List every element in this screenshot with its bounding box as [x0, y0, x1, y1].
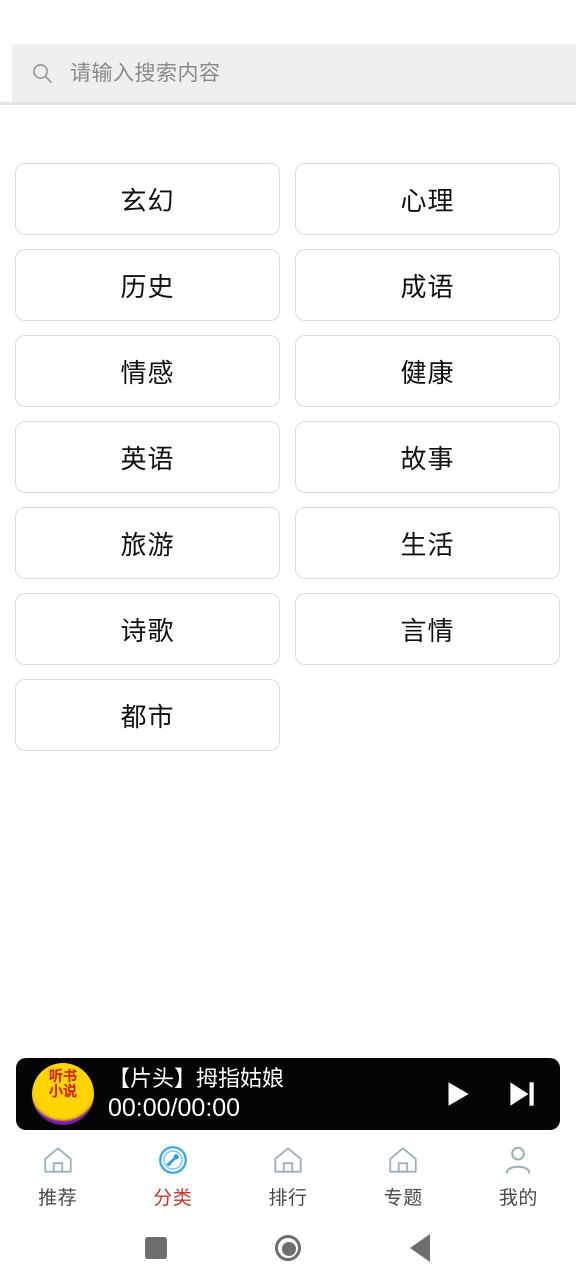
category-button[interactable]: 都市: [15, 679, 280, 751]
tab-label: 专题: [383, 1187, 423, 1209]
category-button[interactable]: 心理: [295, 163, 560, 235]
tab-ranking[interactable]: 排行: [230, 1136, 345, 1216]
player-track-title: 【片头】拇指姑娘: [108, 1066, 285, 1091]
home-icon: [274, 1146, 302, 1173]
tab-label: 排行: [268, 1187, 308, 1209]
mini-player[interactable]: 听书 小说 专场免费 【片头】拇指姑娘 00:00/00:00: [16, 1058, 560, 1130]
tab-mine[interactable]: 我的: [461, 1136, 576, 1216]
app-screen: 请输入搜索内容 玄幻 心理 历史 成语 情感 健康 英语 故事 旅游 生活 诗歌…: [0, 0, 576, 1280]
thumbnail-line1: 听书: [49, 1068, 77, 1084]
bottom-tab-bar: 推荐 分类 排行 专题 我的: [0, 1136, 576, 1216]
player-time: 00:00/00:00: [108, 1094, 241, 1122]
back-triangle-icon[interactable]: [400, 1228, 440, 1268]
home-icon: [389, 1146, 417, 1173]
search-placeholder-text: 请输入搜索内容: [70, 61, 221, 85]
player-bar-container: 听书 小说 专场免费 【片头】拇指姑娘 00:00/00:00: [0, 1058, 576, 1136]
category-button[interactable]: 健康: [295, 335, 560, 407]
category-grid: 玄幻 心理 历史 成语 情感 健康 英语 故事 旅游 生活 诗歌 言情 都市: [15, 163, 560, 751]
compass-icon: [158, 1145, 187, 1174]
person-icon: [506, 1146, 531, 1174]
recents-square-icon[interactable]: [136, 1228, 176, 1268]
tab-label: 我的: [498, 1187, 538, 1209]
category-button[interactable]: 故事: [295, 421, 560, 493]
category-button[interactable]: 情感: [15, 335, 280, 407]
status-bar-spacer: [0, 0, 576, 44]
category-button[interactable]: 历史: [15, 249, 280, 321]
tab-topics[interactable]: 专题: [346, 1136, 461, 1216]
album-thumbnail: 听书 小说 专场免费: [32, 1063, 94, 1125]
tab-label: 分类: [153, 1187, 193, 1209]
search-icon: [33, 64, 52, 83]
search-input[interactable]: 请输入搜索内容: [12, 44, 576, 102]
category-button[interactable]: 言情: [295, 593, 560, 665]
category-button[interactable]: 生活: [295, 507, 560, 579]
category-button[interactable]: 成语: [295, 249, 560, 321]
play-icon[interactable]: [440, 1077, 474, 1111]
system-navigation-bar: [0, 1216, 576, 1280]
home-circle-icon[interactable]: [268, 1228, 308, 1268]
next-track-icon[interactable]: [504, 1077, 538, 1111]
category-button[interactable]: 英语: [15, 421, 280, 493]
category-button[interactable]: 玄幻: [15, 163, 280, 235]
player-info: 【片头】拇指姑娘 00:00/00:00: [108, 1066, 426, 1122]
tab-recommend[interactable]: 推荐: [0, 1136, 115, 1216]
thumbnail-band-text: 专场免费: [49, 1111, 77, 1118]
category-button[interactable]: 旅游: [15, 507, 280, 579]
tab-label: 推荐: [38, 1187, 78, 1209]
player-controls: [440, 1077, 546, 1111]
tab-category[interactable]: 分类: [115, 1136, 230, 1216]
thumbnail-line2: 小说: [49, 1083, 77, 1099]
search-bar: 请输入搜索内容: [0, 44, 576, 102]
home-icon: [43, 1146, 72, 1173]
category-button[interactable]: 诗歌: [15, 593, 280, 665]
category-scroll-area[interactable]: 玄幻 心理 历史 成语 情感 健康 英语 故事 旅游 生活 诗歌 言情 都市: [0, 105, 576, 1058]
